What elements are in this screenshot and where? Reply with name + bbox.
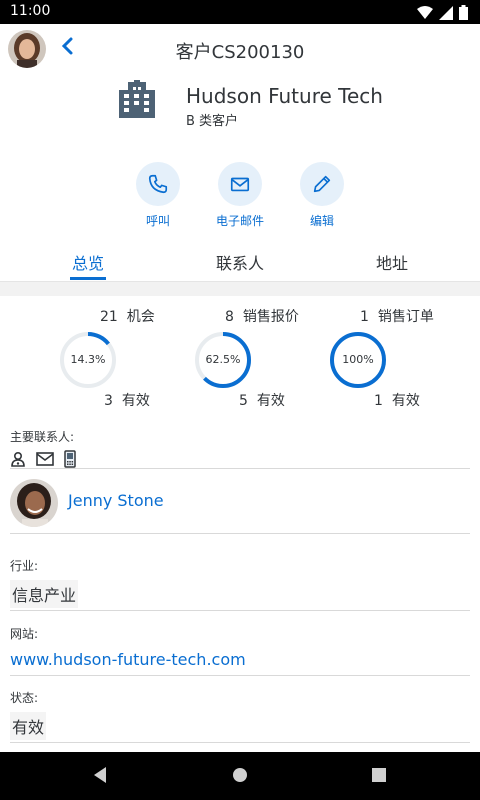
kpi-bottom-label: 有效 [391,393,420,409]
status-icons [417,5,468,20]
call-label: 呼叫 [145,214,170,228]
primary-contact-label: 主要联系人: [10,430,75,444]
mobile-phone-icon[interactable] [64,450,76,468]
section-separator [0,282,480,296]
kpi-top-label: 机会 [126,309,155,325]
person-icon[interactable] [10,451,26,467]
kpi-top: 21 机会 [100,306,155,326]
industry-label: 行业: [10,559,39,573]
kpi-bottom: 1 有效 [374,390,420,410]
email-button[interactable]: 电子邮件 [200,162,280,229]
contact-icon-row [10,450,76,468]
kpi-bottom-label: 有效 [121,393,150,409]
page-title: 客户CS200130 [175,42,305,63]
divider [10,610,470,611]
company-name: Hudson Future Tech [186,84,383,108]
kpi-top-count: 8 [225,309,234,325]
signal-icon [439,5,453,20]
kpi-percent: 100% [342,353,374,366]
kpi-top-label: 销售报价 [242,309,299,325]
industry-value: 信息产业 [10,580,79,608]
tab-contacts[interactable]: 联系人 [216,250,264,274]
divider [10,675,470,676]
system-nav-bar [0,752,480,800]
contact-name-link[interactable]: Jenny Stone [68,491,164,510]
kpi-bottom: 3 有效 [104,390,150,410]
tab-active-indicator [70,277,106,280]
company-type: B 类客户 [186,114,239,129]
kpi-sales-orders[interactable]: 1 销售订单 100% 1 有效 [328,306,468,412]
kpi-top-label: 销售订单 [377,309,434,325]
kpi-sales-quotes[interactable]: 8 销售报价 62.5% 5 有效 [193,306,333,412]
edit-button[interactable]: 编辑 [282,162,362,229]
mail-icon[interactable] [36,452,54,466]
kpi-bottom-count: 5 [239,393,248,409]
call-button[interactable]: 呼叫 [118,162,198,229]
contact-avatar[interactable] [10,479,58,527]
divider [10,742,470,743]
phone-icon [148,174,168,194]
kpi-percent: 62.5% [205,353,241,366]
status-value: 有效 [10,712,47,740]
quick-actions: 呼叫 电子邮件 编辑 [0,162,480,232]
kpi-opportunities[interactable]: 21 机会 14.3% 3 有效 [58,306,198,412]
call-button-circle [136,162,180,206]
building-icon [119,80,155,118]
company-header: Hudson Future Tech B 类客户 [0,80,480,140]
kpi-bottom-count: 3 [104,393,113,409]
divider [10,468,470,469]
tab-addresses[interactable]: 地址 [376,250,408,274]
website-label: 网站: [10,627,39,641]
kpi-bottom-label: 有效 [256,393,285,409]
edit-label: 编辑 [309,214,334,228]
status-bar: 11:00 [0,0,480,24]
nav-home-icon[interactable] [232,766,248,784]
battery-icon [459,5,468,20]
kpi-top-count: 21 [100,309,118,325]
nav-recents-icon[interactable] [371,766,387,784]
email-label: 电子邮件 [215,214,264,228]
app-header: 客户CS200130 [0,24,480,76]
kpi-top: 1 销售订单 [360,306,434,326]
mail-icon [230,177,250,192]
kpi-bottom: 5 有效 [239,390,285,410]
nav-back-icon[interactable] [92,766,108,784]
wifi-icon [417,5,433,19]
kpi-bottom-count: 1 [374,393,383,409]
website-link[interactable]: www.hudson-future-tech.com [10,650,246,669]
status-time: 11:00 [10,3,51,19]
kpi-top-count: 1 [360,309,369,325]
tab-bar: 总览 联系人 地址 [0,240,480,282]
pencil-icon [313,175,331,193]
edit-button-circle [300,162,344,206]
kpi-top: 8 销售报价 [225,306,299,326]
kpi-percent: 14.3% [70,353,106,366]
tab-overview[interactable]: 总览 [72,250,104,274]
email-button-circle [218,162,262,206]
divider [10,533,470,534]
status-label: 状态: [10,691,39,705]
